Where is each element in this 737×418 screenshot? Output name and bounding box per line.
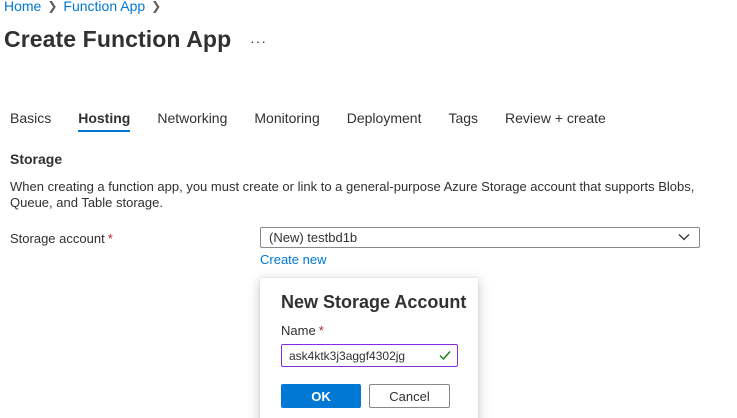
cancel-button[interactable]: Cancel — [369, 384, 450, 408]
tab-monitoring[interactable]: Monitoring — [254, 110, 319, 132]
required-marker: * — [107, 231, 113, 246]
checkmark-icon — [438, 348, 452, 365]
ok-button[interactable]: OK — [281, 384, 361, 408]
section-heading-storage: Storage — [10, 151, 63, 167]
storage-name-input[interactable]: ask4ktk3j3aggf4302jg — [281, 344, 458, 367]
more-options-icon[interactable]: ··· — [250, 33, 267, 49]
storage-account-value: (New) testbd1b — [269, 230, 358, 245]
required-marker: * — [318, 323, 324, 338]
storage-account-label-text: Storage account — [10, 231, 105, 246]
breadcrumb: Home ❯ Function App ❯ — [4, 0, 161, 14]
breadcrumb-function-app[interactable]: Function App — [63, 0, 145, 14]
storage-account-dropdown[interactable]: (New) testbd1b — [260, 227, 700, 248]
tab-bar: Basics Hosting Networking Monitoring Dep… — [10, 110, 633, 132]
chevron-right-icon: ❯ — [47, 0, 58, 13]
callout-title: New Storage Account — [281, 292, 467, 312]
tab-basics[interactable]: Basics — [10, 110, 51, 132]
new-storage-account-callout: New Storage Account Name * ask4ktk3j3aggf… — [260, 278, 478, 418]
name-label: Name * — [281, 323, 324, 338]
tab-deployment[interactable]: Deployment — [347, 110, 422, 132]
chevron-right-icon: ❯ — [151, 0, 162, 13]
create-function-app-page: Home ❯ Function App ❯ Create Function Ap… — [0, 0, 737, 418]
breadcrumb-home[interactable]: Home — [4, 0, 41, 14]
create-new-link[interactable]: Create new — [260, 252, 326, 267]
tab-hosting[interactable]: Hosting — [78, 110, 131, 132]
tab-review-create[interactable]: Review + create — [505, 110, 606, 132]
tab-tags[interactable]: Tags — [448, 110, 478, 132]
page-title: Create Function App — [4, 26, 232, 52]
storage-account-label: Storage account * — [10, 231, 113, 246]
storage-name-value: ask4ktk3j3aggf4302jg — [289, 348, 406, 363]
tab-networking[interactable]: Networking — [157, 110, 227, 132]
storage-description: When creating a function app, you must c… — [10, 179, 695, 210]
name-label-text: Name — [281, 323, 316, 338]
chevron-down-icon — [677, 230, 691, 247]
